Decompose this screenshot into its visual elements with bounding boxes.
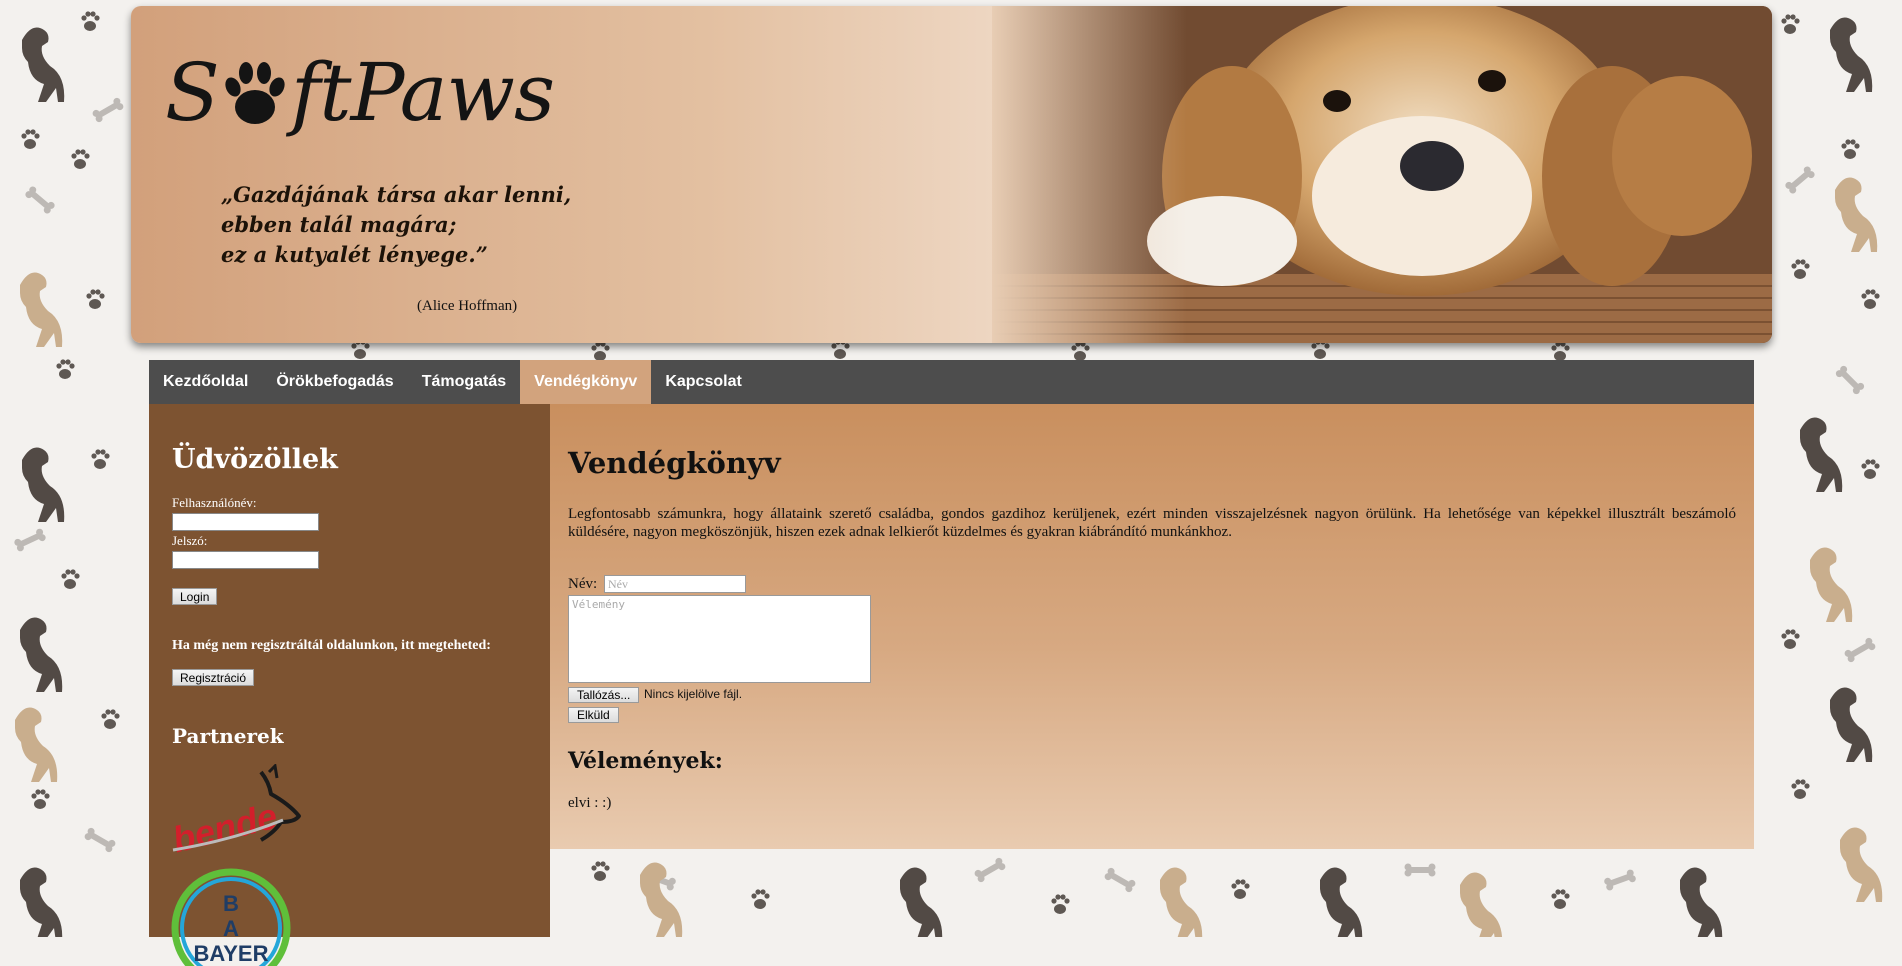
bayer-letter-a: A <box>223 916 239 941</box>
bende-partner-logo[interactable]: bende <box>169 764 319 854</box>
sidebar-welcome-title: Üdvözöllek <box>172 444 338 475</box>
username-input[interactable] <box>172 513 319 531</box>
quote-author: (Alice Hoffman) <box>417 298 518 314</box>
password-input[interactable] <box>172 551 319 569</box>
opinion-textarea[interactable] <box>568 595 871 683</box>
submit-button[interactable]: Elküld <box>568 707 619 723</box>
softpaws-logo[interactable]: S ftPaws <box>165 46 555 139</box>
login-button[interactable]: Login <box>172 588 218 605</box>
nav-item-tamogatas[interactable]: Támogatás <box>408 360 520 404</box>
logo-letter-s: S <box>165 46 220 139</box>
nav-item-vendegkonyv[interactable]: Vendégkönyv <box>520 360 652 404</box>
puppy-photo <box>992 6 1772 343</box>
sidebar: Üdvözöllek Felhasználónév: Jelszó: Login… <box>149 404 550 966</box>
header-quote: „Gazdájának társa akar lenni, ebben talá… <box>221 180 571 270</box>
reviews-title: Vélemények: <box>568 748 723 774</box>
username-label: Felhasználónév: <box>172 495 257 510</box>
register-button[interactable]: Regisztráció <box>172 669 255 686</box>
bende-logo-text: bende <box>169 795 281 854</box>
nav-item-orokbefogadas[interactable]: Örökbefogadás <box>262 360 407 404</box>
paw-logo-icon <box>225 61 285 124</box>
file-status-text: Nincs kijelölve fájl. <box>644 687 743 701</box>
partners-title: Partnerek <box>172 724 284 748</box>
browse-file-button[interactable]: Tallózás... <box>568 687 640 703</box>
nav-item-kapcsolat[interactable]: Kapcsolat <box>651 360 755 404</box>
logo-text: ftPaws <box>290 46 555 139</box>
name-label: Név: <box>568 576 598 592</box>
main-content: Vendégkönyv Legfontosabb számunkra, hogy… <box>550 404 1754 849</box>
password-label: Jelszó: <box>172 533 208 548</box>
name-input[interactable] <box>604 575 746 593</box>
quote-line: ez a kutyalét lényege.” <box>221 242 488 267</box>
bayer-letter-b: B <box>223 891 239 916</box>
main-nav: Kezdőoldal Örökbefogadás Támogatás Vendé… <box>149 360 1754 404</box>
review-item: elvi : :) <box>568 795 612 811</box>
register-note: Ha még nem regisztráltál oldalunkon, itt… <box>172 638 491 653</box>
header-banner: S ftPaws „Gazdájának társa akar lenni, e… <box>131 6 1772 343</box>
bayer-wordmark: BAYER <box>194 941 269 966</box>
nav-item-kezdooldal[interactable]: Kezdőoldal <box>149 360 262 404</box>
bayer-partner-logo[interactable]: B A BAYER <box>169 866 293 966</box>
intro-paragraph: Legfontosabb számunkra, hogy állataink s… <box>568 506 1736 540</box>
page-title: Vendégkönyv <box>568 446 781 480</box>
quote-line: ebben talál magára; <box>221 212 457 237</box>
quote-line: „Gazdájának társa akar lenni, <box>221 182 572 207</box>
